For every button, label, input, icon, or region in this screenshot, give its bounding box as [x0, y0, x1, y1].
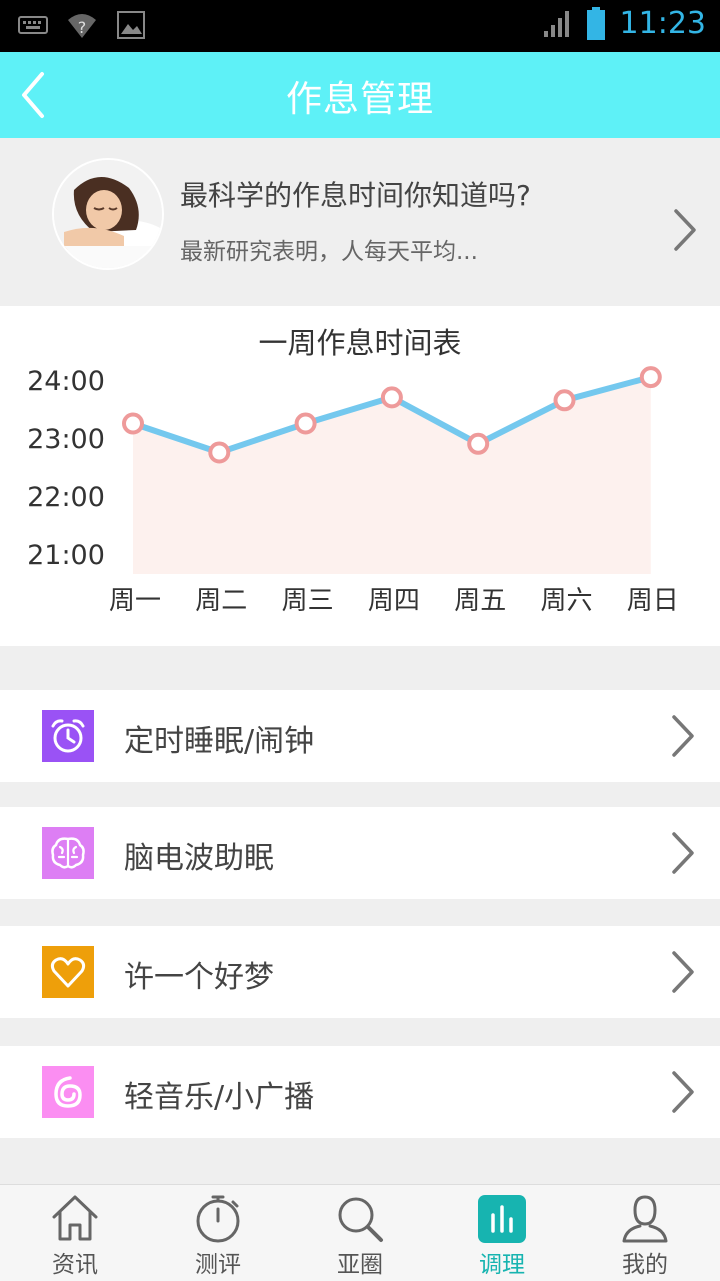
tab-care[interactable]: 调理 [430, 1185, 574, 1281]
x-tick-label: 周六 [540, 586, 592, 616]
tab-assessment[interactable]: 测评 [146, 1185, 290, 1281]
article-summary: 最新研究表明，人每天平均... [180, 239, 478, 265]
x-tick-label: 周一 [109, 586, 161, 616]
tab-label: 调理 [479, 1252, 525, 1278]
tab-label: 资讯 [52, 1252, 98, 1278]
chart-point [380, 386, 403, 409]
keyboard-icon [18, 16, 48, 34]
menu-item-good-dream[interactable]: 许一个好梦 [0, 926, 720, 1018]
user-icon [622, 1195, 668, 1243]
menu-item-label: 轻音乐/小广播 [124, 1080, 315, 1115]
status-bar: ? 11:23 [0, 0, 720, 52]
tab-label: 我的 [622, 1252, 668, 1278]
home-icon [52, 1195, 98, 1241]
article-thumbnail [52, 158, 164, 270]
x-tick-label: 周二 [195, 586, 247, 616]
y-tick-label: 24:00 [27, 366, 105, 397]
chart-point [122, 412, 144, 435]
chart-point [639, 366, 662, 389]
svg-text:?: ? [78, 18, 87, 37]
bar-chart-icon [478, 1195, 526, 1243]
chevron-right-icon [672, 715, 694, 757]
menu-item-label: 许一个好梦 [124, 960, 274, 995]
bottom-tab-bar: 资讯 测评 亚圈 调理 我的 [0, 1184, 720, 1281]
x-tick-label: 周五 [454, 586, 506, 616]
clock: 11:23 [619, 6, 706, 41]
article-card[interactable]: 最科学的作息时间你知道吗? 最新研究表明，人每天平均... [0, 138, 720, 306]
x-tick-label: 周四 [368, 586, 420, 616]
tab-label: 亚圈 [337, 1252, 383, 1278]
stopwatch-icon [196, 1195, 240, 1243]
chevron-right-icon [672, 1071, 694, 1113]
menu-item-brainwave[interactable]: 脑电波助眠 [0, 807, 720, 899]
x-tick-label: 周三 [282, 586, 334, 616]
y-tick-label: 21:00 [27, 540, 105, 571]
image-icon [117, 11, 145, 39]
alarm-clock-icon [42, 710, 94, 762]
menu-item-light-music[interactable]: 轻音乐/小广播 [0, 1046, 720, 1138]
chevron-right-icon [672, 832, 694, 874]
tab-mine[interactable]: 我的 [573, 1185, 717, 1281]
search-icon [338, 1197, 383, 1242]
y-tick-label: 22:00 [27, 482, 105, 513]
chevron-right-icon [672, 951, 694, 993]
x-tick-label: 周日 [627, 586, 679, 616]
tab-label: 测评 [195, 1252, 241, 1278]
tab-news[interactable]: 资讯 [3, 1185, 147, 1281]
menu-item-alarm[interactable]: 定时睡眠/闹钟 [0, 690, 720, 782]
y-tick-label: 23:00 [27, 424, 105, 455]
chevron-right-icon [674, 209, 696, 251]
weekly-schedule-chart: 一周作息时间表 24:00 23:00 22:00 21:00 周一 周二 周三 周四 周五 周六… [0, 306, 720, 646]
signal-icon [543, 10, 569, 37]
wifi-unknown-icon: ? [68, 14, 96, 38]
chart-point [553, 389, 576, 412]
chart-point [294, 412, 317, 435]
menu-item-label: 定时睡眠/闹钟 [124, 724, 315, 759]
chart-point [467, 432, 490, 455]
tab-circle[interactable]: 亚圈 [288, 1185, 432, 1281]
battery-icon [586, 6, 605, 40]
heart-icon [42, 946, 94, 998]
app-bar: 作息管理 [0, 52, 720, 138]
page-title: 作息管理 [285, 79, 434, 120]
music-swirl-icon [42, 1066, 94, 1118]
brain-icon [42, 827, 94, 879]
menu-item-label: 脑电波助眠 [124, 841, 274, 876]
chart-point [208, 441, 231, 464]
chart-plot: 24:00 23:00 22:00 21:00周一 周二 周三 周四 周五 周六 周日 [27, 366, 679, 616]
article-headline: 最科学的作息时间你知道吗? [180, 179, 531, 212]
